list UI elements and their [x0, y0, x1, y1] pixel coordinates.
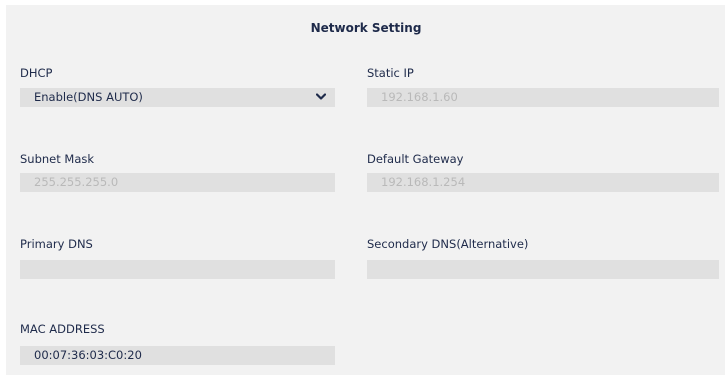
- dhcp-select-value: Enable(DNS AUTO): [34, 90, 143, 104]
- secondary-dns-field[interactable]: [367, 260, 719, 279]
- subnet-mask-field[interactable]: 255.255.255.0: [20, 173, 335, 192]
- default-gateway-field[interactable]: 192.168.1.254: [367, 173, 719, 192]
- dhcp-label: DHCP: [20, 66, 53, 80]
- static-ip-label: Static IP: [367, 66, 414, 80]
- page-title: Network Setting: [310, 21, 422, 35]
- mac-address-label: MAC ADDRESS: [20, 322, 105, 336]
- static-ip-field[interactable]: 192.168.1.60: [367, 88, 719, 107]
- primary-dns-label: Primary DNS: [20, 237, 93, 251]
- network-setting-panel: Network Setting DHCP Enable(DNS AUTO) St…: [6, 5, 725, 375]
- chevron-down-icon: [316, 93, 326, 100]
- dhcp-select[interactable]: Enable(DNS AUTO): [20, 88, 335, 107]
- subnet-mask-label: Subnet Mask: [20, 152, 95, 166]
- mac-address-field[interactable]: 00:07:36:03:C0:20: [20, 346, 335, 365]
- primary-dns-field[interactable]: [20, 260, 335, 279]
- default-gateway-label: Default Gateway: [367, 152, 464, 166]
- secondary-dns-label: Secondary DNS(Alternative): [367, 237, 529, 251]
